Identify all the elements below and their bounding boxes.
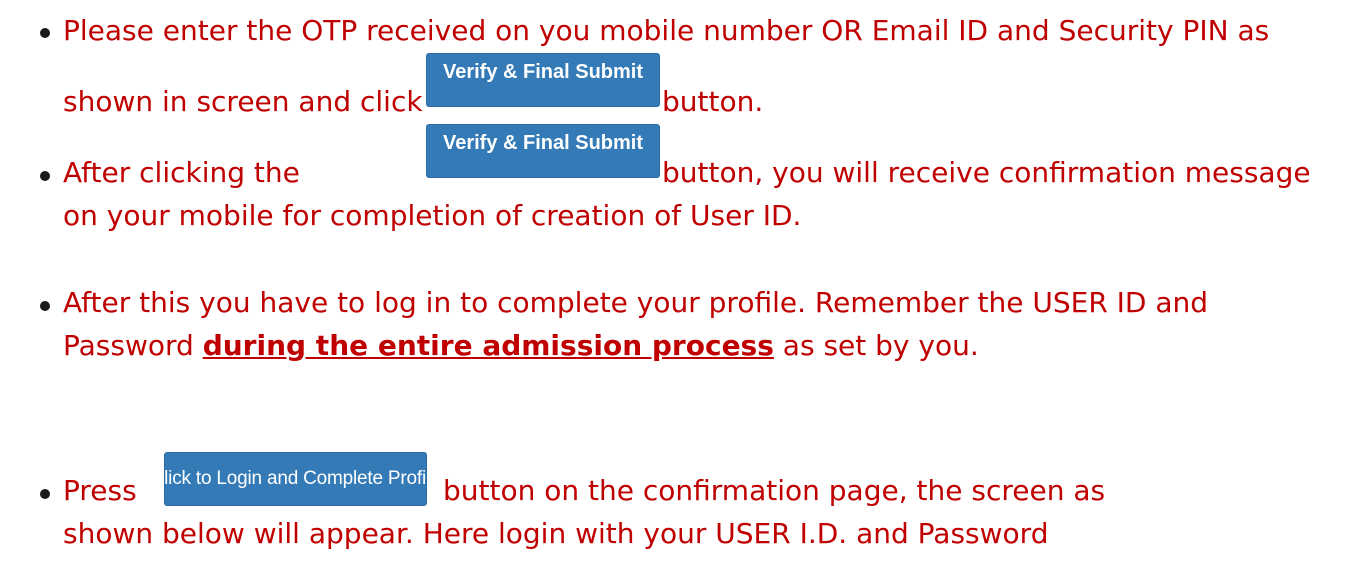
verify-final-submit-button[interactable]: Verify & Final Submit [426,53,660,107]
instruction-2-line-1-end: button, you will receive confirmation me… [662,156,1311,189]
bullet-point [40,489,50,499]
instruction-4-line-2: shown below will appear. Here login with… [63,517,1049,550]
instruction-3-line-1: After this you have to log in to complet… [63,286,1209,319]
emphasized-text: during the entire admission process [202,329,774,362]
bullet-point [40,28,50,38]
instruction-1-line-1: Please enter the OTP received on you mob… [63,14,1270,47]
instruction-3-text-end: as set by you. [782,329,979,362]
instruction-2-line-1-start: After clicking the [63,156,300,189]
bullet-point [40,301,50,311]
bullet-point [40,171,50,181]
instruction-4-line-1-end: button on the confirmation page, the scr… [443,474,1106,507]
login-complete-profile-button[interactable]: Click to Login and Complete Profile [151,452,441,506]
verify-final-submit-button[interactable]: Verify & Final Submit [426,124,660,178]
instruction-document: Please enter the OTP received on you mob… [0,0,1368,578]
instruction-3-line-2: Password during the entire admission pro… [63,329,979,363]
instruction-2-line-2: on your mobile for completion of creatio… [63,199,802,232]
instruction-4-line-1-start: Press [63,474,137,507]
instruction-1-line-2-start: shown in screen and click [63,85,423,118]
instruction-3-text: Password [63,329,194,362]
instruction-1-line-2-end: button. [662,85,764,118]
